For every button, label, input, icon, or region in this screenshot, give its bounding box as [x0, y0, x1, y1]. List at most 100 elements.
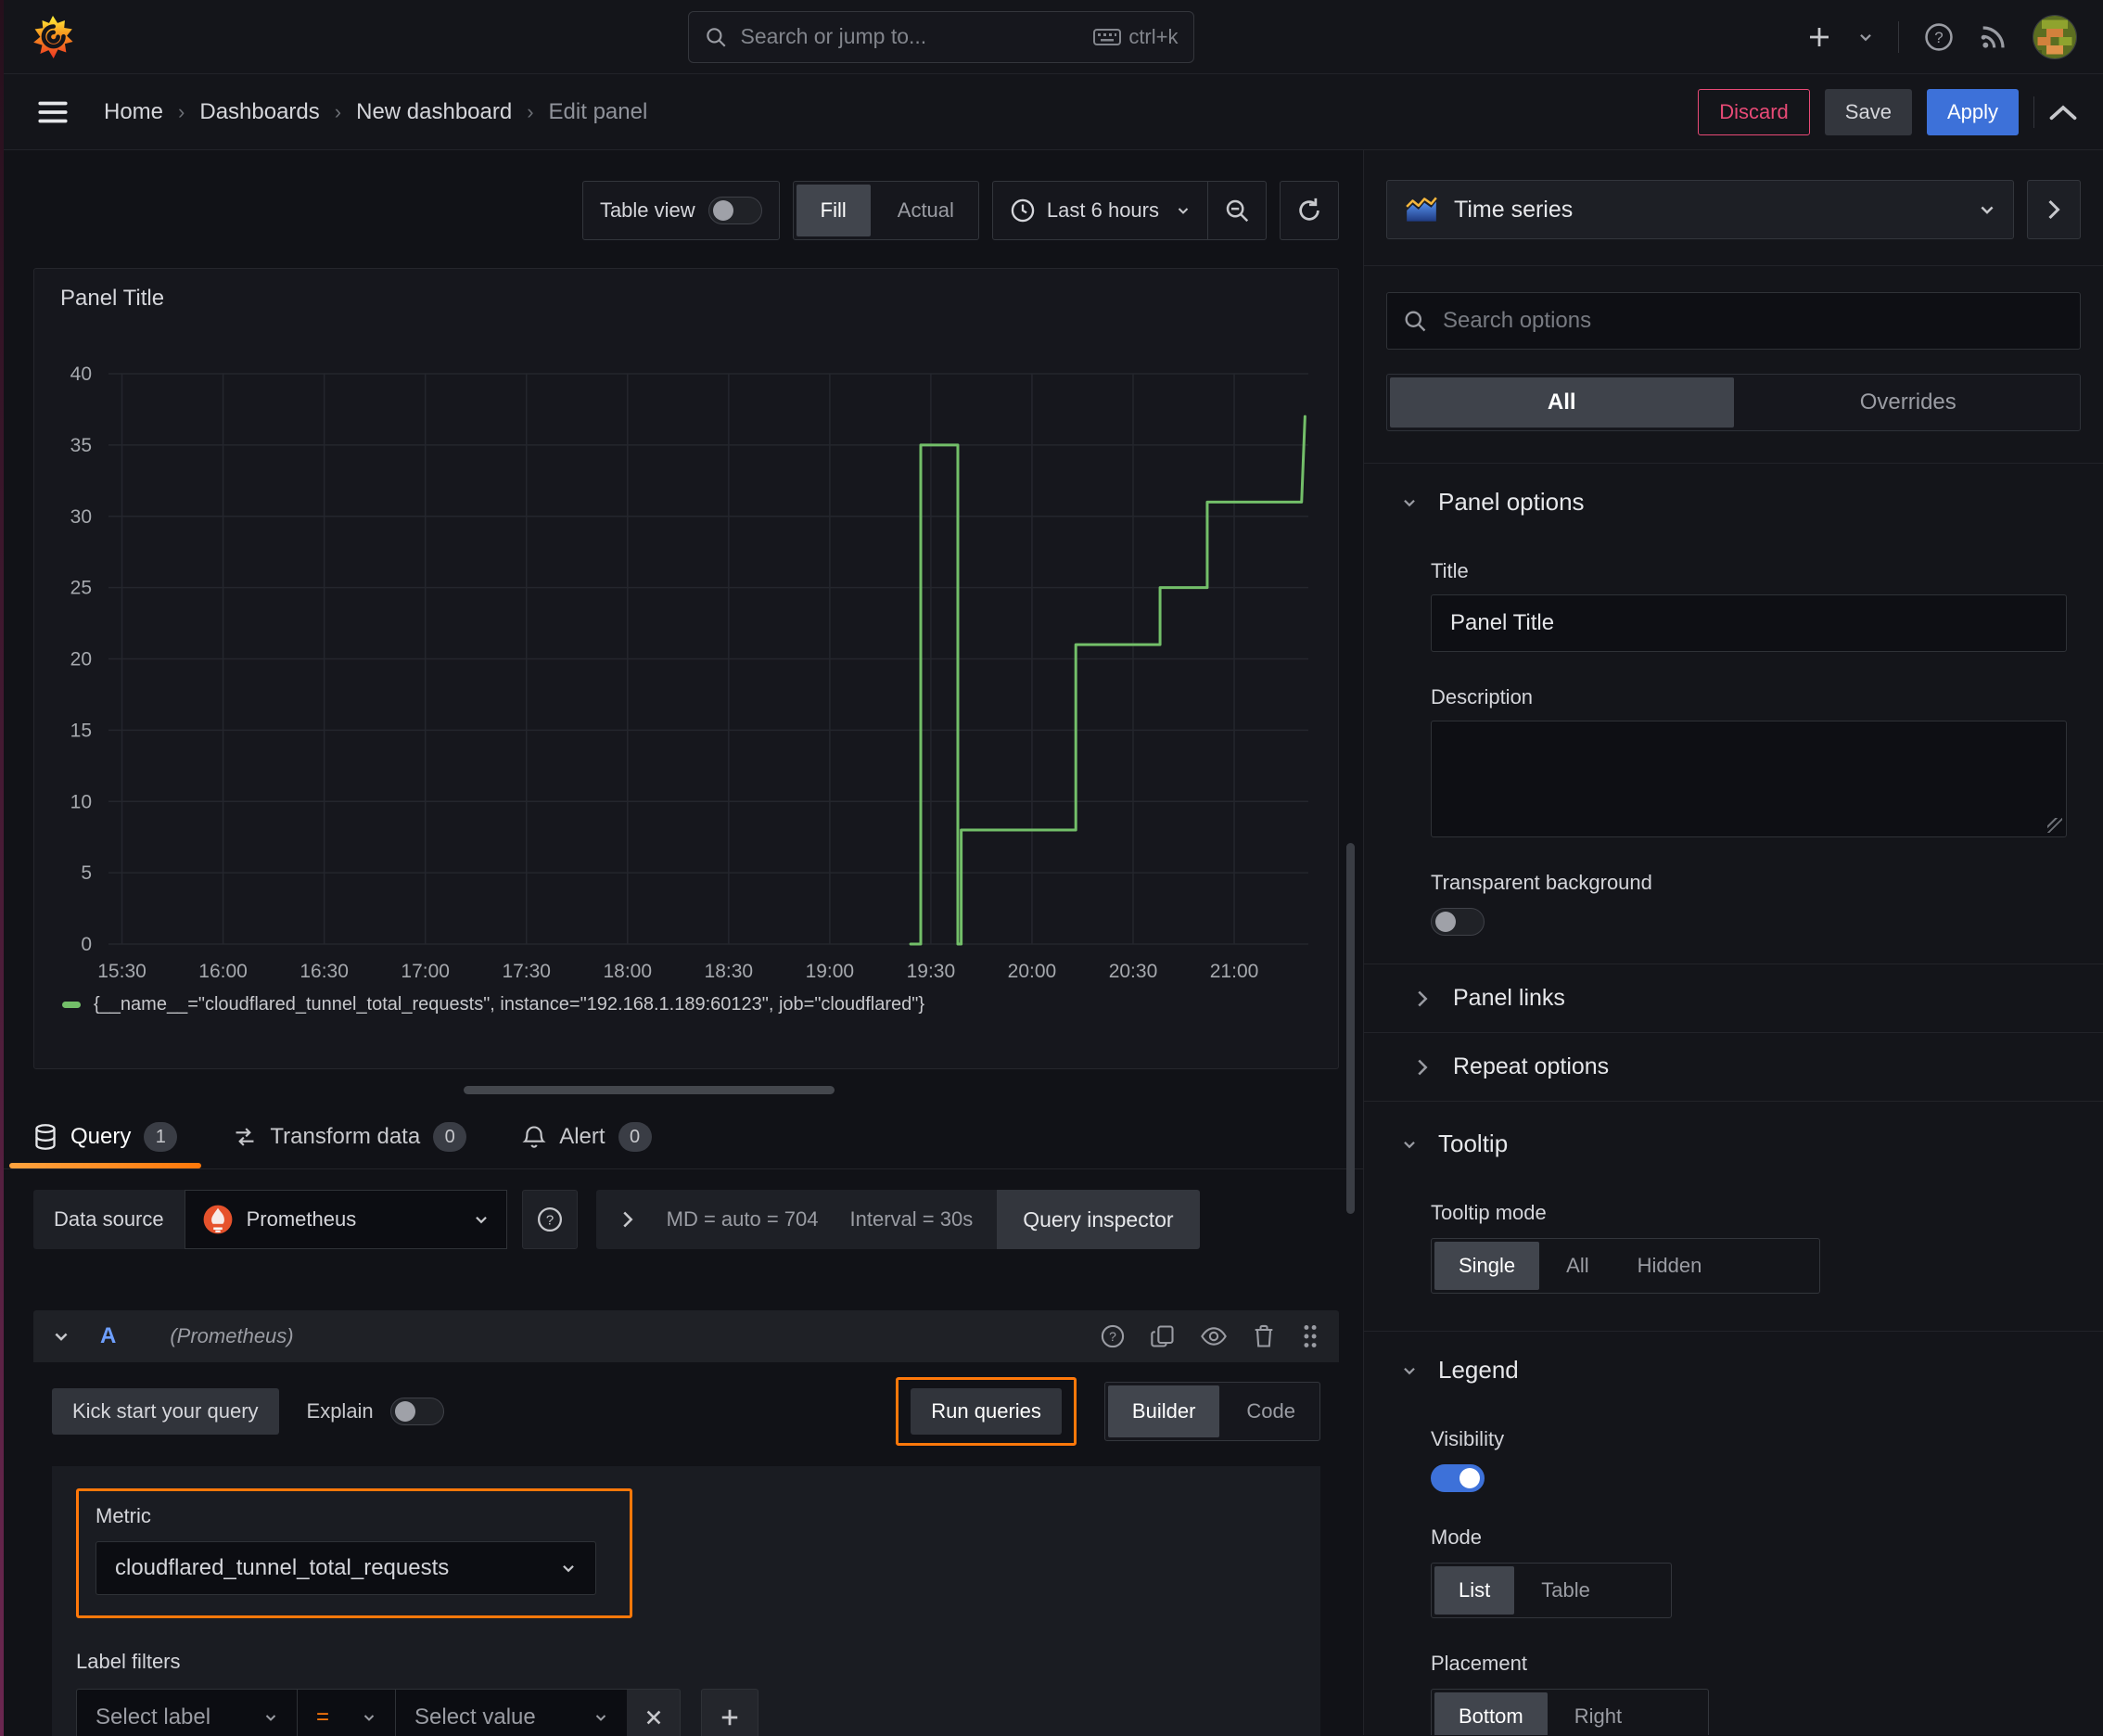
actual-option[interactable]: Actual	[873, 182, 978, 239]
top-nav: ctrl+k ?	[0, 0, 2103, 74]
zoom-out-icon[interactable]	[1207, 181, 1267, 240]
builder-option[interactable]: Builder	[1107, 1385, 1220, 1437]
query-row-actions: ?	[1100, 1322, 1320, 1350]
panel-resize-handle[interactable]	[464, 1086, 835, 1094]
refresh-icon[interactable]	[1280, 181, 1339, 240]
chevron-right-icon: ›	[334, 99, 342, 123]
query-row-header[interactable]: A (Prometheus) ?	[33, 1310, 1339, 1362]
tab-query[interactable]: Query 1	[9, 1122, 202, 1168]
chevron-down-icon	[1401, 1136, 1418, 1153]
query-inspector-button[interactable]: Query inspector	[997, 1190, 1200, 1249]
help-button[interactable]: ?	[1923, 21, 1955, 53]
tooltip-single-option[interactable]: Single	[1434, 1242, 1540, 1290]
tooltip-section-title: Tooltip	[1438, 1130, 1509, 1157]
tab-alert-label: Alert	[559, 1124, 605, 1149]
legend-placement-right-option[interactable]: Right	[1550, 1690, 1646, 1735]
content-area: Table view Fill Actual Last 6 hours Pane…	[0, 150, 2103, 1736]
collapse-sidebar-button[interactable]	[2027, 180, 2081, 239]
tab-transform-data[interactable]: Transform data 0	[209, 1122, 491, 1168]
select-label-dropdown[interactable]: Select label	[76, 1689, 297, 1736]
tooltip-hidden-option[interactable]: Hidden	[1613, 1239, 1727, 1293]
tab-transform-badge: 0	[433, 1122, 467, 1152]
transparent-toggle-row	[1364, 895, 2103, 964]
panel-links-section-header[interactable]: Panel links	[1364, 964, 2103, 1032]
kick-start-query-button[interactable]: Kick start your query	[52, 1388, 279, 1435]
legend-mode-list-option[interactable]: List	[1434, 1566, 1515, 1615]
chart-legend[interactable]: {__name__="cloudflared_tunnel_total_requ…	[62, 994, 924, 1015]
explain-control: Explain	[307, 1398, 444, 1425]
apply-button[interactable]: Apply	[1926, 88, 2019, 135]
tab-overrides[interactable]: Overrides	[1737, 375, 2081, 430]
help-circle-icon[interactable]: ?	[1100, 1323, 1126, 1349]
fill-option[interactable]: Fill	[796, 185, 871, 236]
query-options-strip[interactable]: MD = auto = 704 Interval = 30s	[595, 1190, 998, 1249]
grafana-logo-icon[interactable]	[32, 14, 76, 60]
metric-select[interactable]: cloudflared_tunnel_total_requests	[96, 1541, 596, 1595]
panel-title-input[interactable]	[1431, 594, 2067, 652]
transparent-background-toggle[interactable]	[1431, 908, 1485, 936]
panel-options-section-header[interactable]: Panel options	[1364, 464, 2103, 526]
news-icon[interactable]	[1979, 22, 2008, 52]
collapse-header-icon[interactable]	[2049, 103, 2077, 121]
eye-icon[interactable]	[1200, 1323, 1228, 1349]
tooltip-all-option[interactable]: All	[1542, 1239, 1612, 1293]
vertical-scrollbar[interactable]	[1346, 843, 1355, 1214]
breadcrumb-home[interactable]: Home	[104, 99, 163, 125]
legend-swatch	[62, 1002, 81, 1008]
options-filter-tabs: All Overrides	[1386, 374, 2081, 431]
operator-dropdown[interactable]: =	[297, 1689, 395, 1736]
panel-description-textarea[interactable]	[1431, 721, 2067, 837]
legend-visibility-toggle[interactable]	[1431, 1464, 1485, 1492]
query-ref-id: A	[100, 1323, 117, 1348]
global-search-box[interactable]: ctrl+k	[687, 10, 1194, 63]
chevron-down-icon[interactable]	[52, 1327, 70, 1346]
options-search-box[interactable]	[1386, 292, 2081, 350]
active-tab-underline	[9, 1163, 202, 1168]
breadcrumb-dashboards[interactable]: Dashboards	[199, 99, 319, 125]
tooltip-section-header[interactable]: Tooltip	[1364, 1102, 2103, 1168]
tab-query-label: Query	[70, 1124, 132, 1149]
save-button[interactable]: Save	[1824, 88, 1912, 135]
resize-handle-icon[interactable]	[2047, 818, 2062, 833]
tab-all-options[interactable]: All	[1390, 377, 1734, 428]
datasource-help-button[interactable]: ?	[521, 1190, 578, 1249]
visualization-picker[interactable]: Time series	[1386, 180, 2014, 239]
time-range-picker[interactable]: Last 6 hours	[991, 181, 1207, 240]
select-value-dropdown[interactable]: Select value	[395, 1689, 627, 1736]
remove-filter-button[interactable]	[627, 1689, 681, 1736]
add-button[interactable]	[1805, 23, 1833, 51]
drag-handle-icon[interactable]	[1300, 1322, 1320, 1350]
run-queries-button[interactable]: Run queries	[911, 1388, 1062, 1435]
datasource-picker[interactable]: Prometheus	[184, 1190, 507, 1249]
legend-series-label[interactable]: {__name__="cloudflared_tunnel_total_requ…	[94, 994, 924, 1015]
tab-alert[interactable]: Alert 0	[498, 1122, 675, 1168]
time-series-chart[interactable]: 0 5 10 15 20 25 30 35 40 15:30 16:00 16:30 17:00 17:3…	[34, 351, 1338, 990]
panel-view-toolbar: Table view Fill Actual Last 6 hours	[0, 181, 1363, 240]
discard-button[interactable]: Discard	[1698, 88, 1810, 135]
user-avatar[interactable]	[2033, 14, 2077, 59]
panel-preview[interactable]: Panel Title 0 5 10 15 20 25 30 35 40 15:30 16:00 16…	[33, 268, 1339, 1069]
legend-mode-table-option[interactable]: Table	[1517, 1564, 1614, 1617]
code-option[interactable]: Code	[1222, 1383, 1319, 1440]
search-shortcut: ctrl+k	[1093, 25, 1179, 49]
duplicate-icon[interactable]	[1150, 1323, 1176, 1349]
chevron-down-icon[interactable]	[1857, 29, 1874, 45]
add-filter-button[interactable]	[701, 1689, 758, 1736]
prometheus-icon	[202, 1204, 234, 1235]
options-search-input[interactable]	[1441, 307, 2065, 335]
chevron-right-icon: ›	[178, 99, 185, 123]
menu-icon[interactable]	[37, 100, 69, 124]
legend-section-header[interactable]: Legend	[1364, 1332, 2103, 1394]
repeat-options-section-header[interactable]: Repeat options	[1364, 1033, 2103, 1101]
explain-toggle[interactable]	[389, 1398, 444, 1425]
breadcrumb-new-dashboard[interactable]: New dashboard	[356, 99, 512, 125]
legend-placement-bottom-option[interactable]: Bottom	[1434, 1692, 1548, 1735]
svg-text:?: ?	[545, 1212, 553, 1228]
table-view-toggle[interactable]	[707, 197, 762, 224]
trash-icon[interactable]	[1252, 1323, 1276, 1349]
search-icon	[704, 25, 728, 49]
chevron-right-icon	[1416, 989, 1429, 1008]
explain-label: Explain	[306, 1399, 374, 1423]
nav-right-actions: ?	[1805, 14, 2077, 59]
search-input[interactable]	[738, 23, 1083, 50]
